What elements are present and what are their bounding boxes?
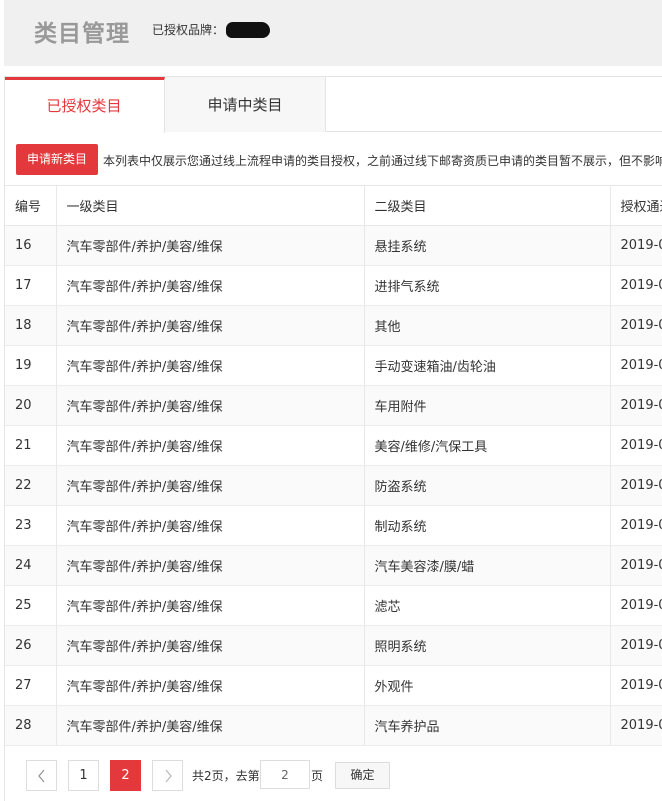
cell-level1: 汽车零部件/养护/美容/维保	[56, 265, 365, 306]
category-panel: 已授权类目 申请中类目 申请新类目 本列表中仅展示您通过线上流程申请的类目授权，…	[4, 76, 662, 801]
page-header: 类目管理 已授权品牌：	[4, 0, 662, 66]
cell-id: 26	[5, 625, 57, 666]
column-header-level1: 一级类目	[56, 185, 365, 226]
cell-id: 19	[5, 345, 57, 386]
authorized-brand-label: 已授权品牌：	[152, 23, 225, 37]
cell-level1: 汽车零部件/养护/美容/维保	[56, 225, 365, 266]
cell-id: 20	[5, 385, 57, 426]
cell-date: 2019-0	[610, 465, 662, 506]
cell-level2: 手动变速箱油/齿轮油	[364, 345, 611, 386]
cell-level2: 照明系统	[364, 625, 611, 666]
cell-date: 2019-0	[610, 265, 662, 306]
cell-id: 27	[5, 665, 57, 706]
cell-level2: 制动系统	[364, 505, 611, 546]
cell-id: 25	[5, 585, 57, 626]
cell-level2: 外观件	[364, 665, 611, 706]
cell-date: 2019-0	[610, 545, 662, 586]
column-header-date: 授权通过	[610, 185, 662, 226]
cell-id: 28	[5, 705, 57, 746]
table-row: 24 汽车零部件/养护/美容/维保 汽车美容漆/膜/蜡 2019-0	[5, 545, 662, 586]
cell-date: 2019-0	[610, 505, 662, 546]
cell-id: 16	[5, 225, 57, 266]
cell-id: 21	[5, 425, 57, 466]
prev-page-button[interactable]	[26, 760, 57, 791]
table-row: 19 汽车零部件/养护/美容/维保 手动变速箱油/齿轮油 2019-0	[5, 345, 662, 386]
next-page-button[interactable]	[152, 760, 183, 791]
cell-date: 2019-0	[610, 385, 662, 426]
apply-new-category-button[interactable]: 申请新类目	[16, 144, 98, 175]
cell-id: 22	[5, 465, 57, 506]
cell-level1: 汽车零部件/养护/美容/维保	[56, 505, 365, 546]
table-row: 28 汽车零部件/养护/美容/维保 汽车养护品 2019-0	[5, 705, 662, 746]
cell-level2: 滤芯	[364, 585, 611, 626]
column-header-id: 编号	[5, 185, 57, 226]
cell-level1: 汽车零部件/养护/美容/维保	[56, 465, 365, 506]
cell-level2: 汽车养护品	[364, 705, 611, 746]
goto-page-input[interactable]	[260, 760, 310, 789]
tab-authorized-categories[interactable]: 已授权类目	[5, 77, 165, 133]
pagination: 1 2 共2页，去第 页 确定	[5, 743, 662, 801]
tab-bar: 已授权类目 申请中类目	[5, 77, 662, 133]
cell-level1: 汽车零部件/养护/美容/维保	[56, 585, 365, 626]
cell-level1: 汽车零部件/养护/美容/维保	[56, 665, 365, 706]
cell-date: 2019-0	[610, 425, 662, 466]
cell-date: 2019-0	[610, 225, 662, 266]
table-row: 16 汽车零部件/养护/美容/维保 悬挂系统 2019-0	[5, 225, 662, 266]
cell-level1: 汽车零部件/养护/美容/维保	[56, 385, 365, 426]
cell-level2: 进排气系统	[364, 265, 611, 306]
cell-level2: 美容/维修/汽保工具	[364, 425, 611, 466]
cell-level1: 汽车零部件/养护/美容/维保	[56, 705, 365, 746]
cell-level2: 汽车美容漆/膜/蜡	[364, 545, 611, 586]
cell-date: 2019-0	[610, 585, 662, 626]
goto-confirm-button[interactable]: 确定	[335, 762, 390, 789]
page-button-1[interactable]: 1	[68, 760, 99, 791]
cell-date: 2019-0	[610, 305, 662, 346]
page-button-2-current[interactable]: 2	[110, 760, 141, 791]
cell-level2: 防盗系统	[364, 465, 611, 506]
redacted-brand-value	[226, 22, 270, 38]
table-row: 26 汽车零部件/养护/美容/维保 照明系统 2019-0	[5, 625, 662, 666]
cell-id: 17	[5, 265, 57, 306]
total-pages-text: 共2页，去第	[192, 769, 260, 783]
column-header-level2: 二级类目	[364, 185, 611, 226]
table-row: 25 汽车零部件/养护/美容/维保 滤芯 2019-0	[5, 585, 662, 626]
table-row: 21 汽车零部件/养护/美容/维保 美容/维修/汽保工具 2019-0	[5, 425, 662, 466]
cell-level2: 车用附件	[364, 385, 611, 426]
cell-date: 2019-0	[610, 705, 662, 746]
cell-date: 2019-0	[610, 665, 662, 706]
cell-level1: 汽车零部件/养护/美容/维保	[56, 545, 365, 586]
chevron-right-icon	[165, 769, 172, 783]
table-row: 20 汽车零部件/养护/美容/维保 车用附件 2019-0	[5, 385, 662, 426]
chevron-left-icon	[37, 769, 44, 783]
category-table: 编号 一级类目 二级类目 授权通过 16 汽车零部件/养护/美容/维保 悬挂系统…	[5, 185, 662, 746]
list-notice-text: 本列表中仅展示您通过线上流程申请的类目授权，之前通过线下邮寄资质已申请的类目暂不…	[103, 154, 662, 168]
table-row: 23 汽车零部件/养护/美容/维保 制动系统 2019-0	[5, 505, 662, 546]
tab-pending-categories[interactable]: 申请中类目	[165, 77, 326, 132]
table-row: 22 汽车零部件/养护/美容/维保 防盗系统 2019-0	[5, 465, 662, 506]
cell-level1: 汽车零部件/养护/美容/维保	[56, 425, 365, 466]
cell-date: 2019-0	[610, 625, 662, 666]
cell-date: 2019-0	[610, 345, 662, 386]
table-row: 18 汽车零部件/养护/美容/维保 其他 2019-0	[5, 305, 662, 346]
table-row: 27 汽车零部件/养护/美容/维保 外观件 2019-0	[5, 665, 662, 706]
cell-level2: 其他	[364, 305, 611, 346]
table-header-row: 编号 一级类目 二级类目 授权通过	[5, 185, 662, 226]
cell-id: 18	[5, 305, 57, 346]
cell-level1: 汽车零部件/养护/美容/维保	[56, 345, 365, 386]
cell-level2: 悬挂系统	[364, 225, 611, 266]
cell-level1: 汽车零部件/养护/美容/维保	[56, 625, 365, 666]
page-title: 类目管理	[34, 21, 130, 47]
cell-level1: 汽车零部件/养护/美容/维保	[56, 305, 365, 346]
cell-id: 23	[5, 505, 57, 546]
category-table-wrapper: 编号 一级类目 二级类目 授权通过 16 汽车零部件/养护/美容/维保 悬挂系统…	[5, 185, 662, 746]
page-unit-text: 页	[311, 769, 324, 783]
table-row: 17 汽车零部件/养护/美容/维保 进排气系统 2019-0	[5, 265, 662, 306]
cell-id: 24	[5, 545, 57, 586]
